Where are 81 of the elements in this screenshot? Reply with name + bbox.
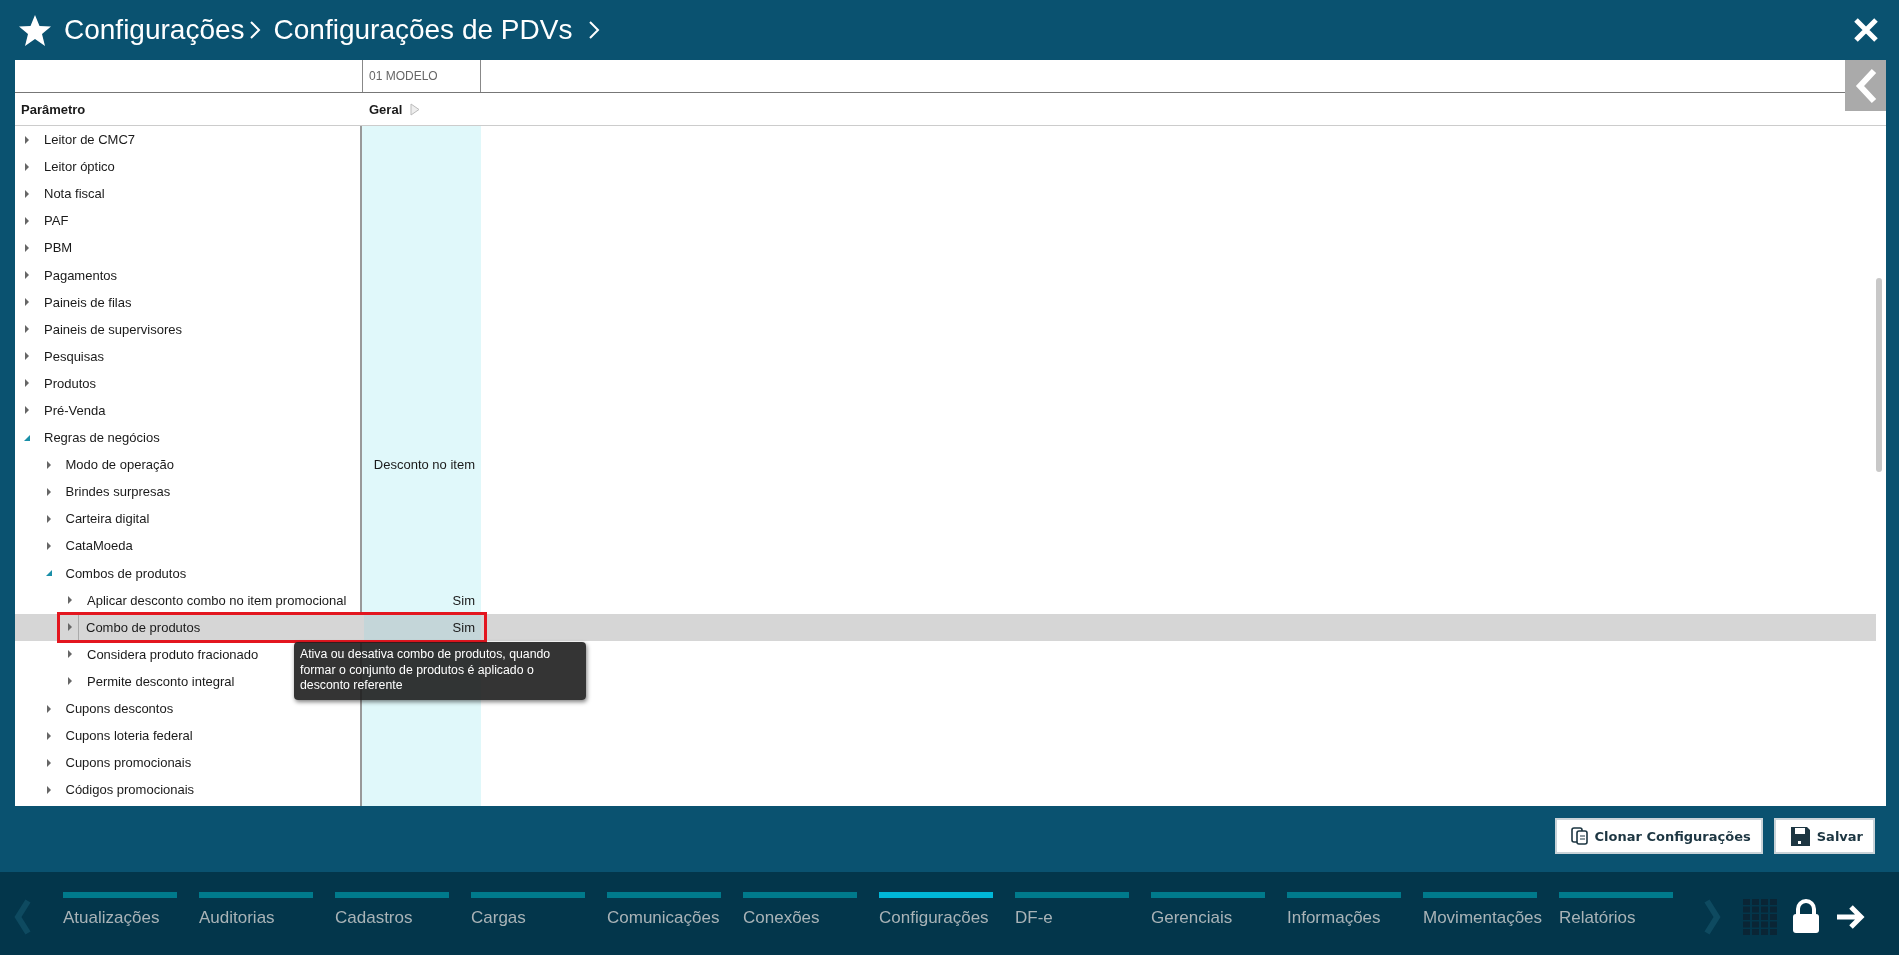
tree-item[interactable]: Cupons loteria federal <box>65 728 193 744</box>
value-text: Desconto no item <box>373 457 475 473</box>
column-group-header: 01 MODELO <box>362 60 481 92</box>
tree-item[interactable]: Modo de operação <box>65 457 174 473</box>
tree-item[interactable]: Permite desconto integral <box>87 673 235 689</box>
caret-icon[interactable] <box>44 487 53 496</box>
caret-icon[interactable] <box>44 460 53 469</box>
caret-icon[interactable] <box>23 243 31 252</box>
nav-tab[interactable]: Configurações <box>879 891 1015 928</box>
caret-icon[interactable] <box>23 216 31 225</box>
caret-icon[interactable] <box>44 731 53 740</box>
caret-icon[interactable] <box>23 406 31 415</box>
clone-button[interactable]: Clonar Configurações <box>1554 818 1763 854</box>
caret-icon[interactable] <box>44 569 53 578</box>
caret-icon[interactable] <box>23 271 31 279</box>
caret-icon[interactable] <box>44 758 53 767</box>
tree-item[interactable]: Paineis de supervisores <box>44 321 183 337</box>
nav-tab[interactable]: Gerenciais <box>1151 891 1287 928</box>
caret-icon[interactable] <box>23 379 31 388</box>
tooltip: Ativa ou desativa combo de produtos, quando formar o conjunto de produtos é aplicado o desconto referente <box>294 642 586 700</box>
tree-item[interactable]: Brindes surpresas <box>65 484 171 500</box>
tree-item[interactable]: Carteira digital <box>65 511 150 527</box>
star-icon[interactable] <box>18 13 52 47</box>
tree-item[interactable]: Considera produto fracionado <box>87 646 259 662</box>
nav-tab[interactable]: DF-e <box>1015 891 1151 928</box>
tree-item[interactable]: Pré-Venda <box>44 403 106 418</box>
tree-item[interactable]: Paineis de filas <box>44 294 132 310</box>
column-header[interactable]: Geral <box>369 101 403 117</box>
caret-icon[interactable] <box>44 785 53 794</box>
nav-tab[interactable]: Conexões <box>743 891 879 928</box>
caret-icon[interactable] <box>44 541 53 550</box>
tree-item[interactable]: Pesquisas <box>44 348 104 364</box>
caret-icon[interactable] <box>23 135 31 144</box>
nav-tab[interactable]: Atualizações <box>63 891 199 928</box>
nav-tab[interactable]: Cadastros <box>335 891 471 928</box>
caret-icon[interactable] <box>23 325 31 334</box>
caret-icon[interactable] <box>66 623 74 632</box>
tree-item[interactable]: PAF <box>44 213 69 229</box>
scrollbar-thumb[interactable] <box>1876 278 1882 472</box>
chevron-right-icon <box>248 20 262 40</box>
breadcrumb-link[interactable]: Configurações <box>64 14 245 46</box>
save-button[interactable]: Salvar <box>1773 818 1875 854</box>
tree-item[interactable]: Produtos <box>44 375 97 391</box>
documents-icon <box>1570 826 1589 846</box>
caret-icon[interactable] <box>44 704 53 713</box>
caret-icon[interactable] <box>23 433 31 442</box>
tree-item[interactable]: CataMoeda <box>65 538 133 554</box>
nav-tab[interactable]: Auditorias <box>199 891 335 928</box>
value-text: Sim <box>452 592 475 608</box>
caret-icon[interactable] <box>66 677 74 686</box>
tree-item[interactable]: Pagamentos <box>44 267 117 283</box>
breadcrumb-link[interactable]: Configurações de PDVs <box>273 14 573 46</box>
column-header: Parâmetro <box>20 101 87 117</box>
close-icon[interactable] <box>1853 17 1879 43</box>
caret-icon[interactable] <box>44 514 53 523</box>
tree-item[interactable]: Nota fiscal <box>44 186 105 202</box>
lock-icon[interactable] <box>1791 899 1821 934</box>
caret-icon[interactable] <box>23 352 31 361</box>
value-text: Sim <box>452 619 475 635</box>
tree-item[interactable]: Cupons descontos <box>65 701 174 716</box>
nav-tab[interactable]: Movimentações <box>1423 891 1559 928</box>
tree-item[interactable]: Combos de produtos <box>65 565 187 581</box>
chevron-right-icon <box>588 20 602 40</box>
tree-item[interactable]: Leitor de CMC7 <box>44 132 136 148</box>
nav-tab[interactable]: Relatórios <box>1559 891 1695 928</box>
caret-icon[interactable] <box>23 189 31 198</box>
caret-icon[interactable] <box>23 298 31 307</box>
tree-item[interactable]: Aplicar desconto combo no item promocional <box>87 592 347 608</box>
chevron-left-icon <box>1853 67 1878 104</box>
tree-item[interactable]: Códigos promocionais <box>65 782 195 798</box>
tree-item[interactable]: Cupons promocionais <box>65 755 192 771</box>
tree-item[interactable]: PBM <box>44 240 73 256</box>
nav-tab[interactable]: Informações <box>1287 891 1423 928</box>
nav-tab[interactable]: Comunicações <box>607 891 743 928</box>
tree-item[interactable]: Combo de produtos <box>86 619 201 635</box>
caret-icon[interactable] <box>66 596 74 605</box>
caret-icon[interactable] <box>23 162 31 171</box>
tree-item[interactable]: Leitor óptico <box>44 159 115 175</box>
nav-tab[interactable]: Cargas <box>471 891 607 928</box>
caret-icon[interactable] <box>66 650 74 659</box>
tree-item[interactable]: Regras de negócios <box>44 430 160 446</box>
